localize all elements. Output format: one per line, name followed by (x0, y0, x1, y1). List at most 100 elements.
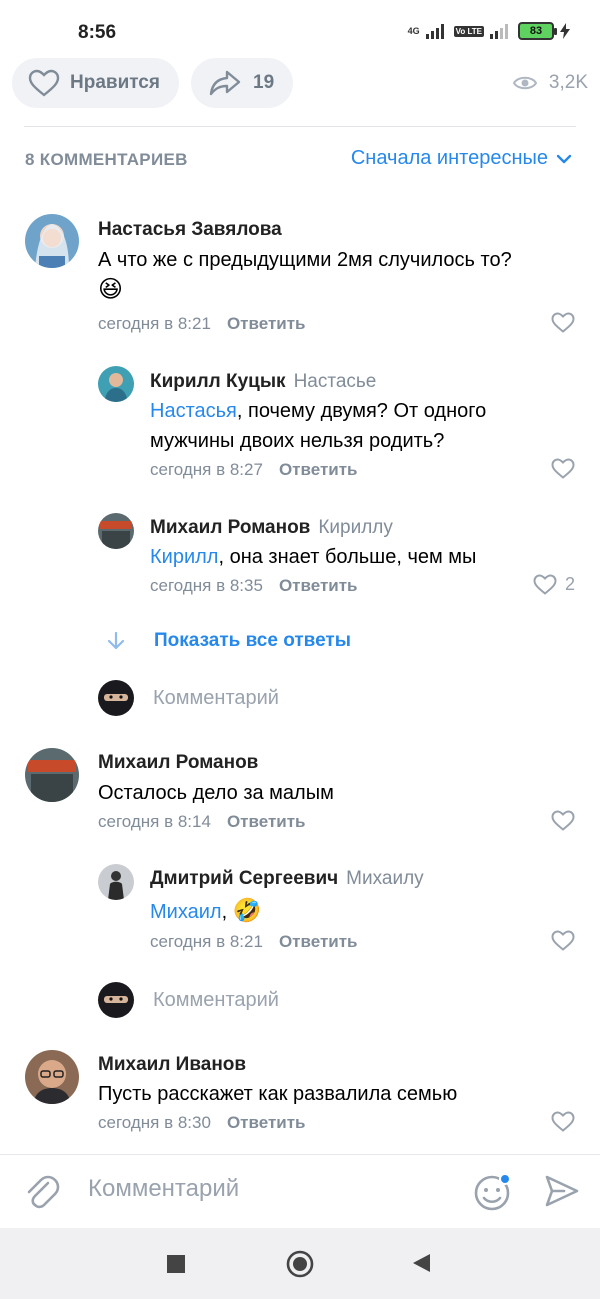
like-button[interactable]: Нравится (12, 58, 179, 108)
share-icon (209, 70, 241, 96)
comment-meta: сегодня в 8:21 Ответить (98, 314, 306, 334)
views-count: 3,2K (548, 72, 588, 93)
comment-like-button[interactable] (551, 312, 575, 333)
comment-like-button[interactable] (551, 1111, 575, 1132)
comment-reply: Дмитрий Сергеевич Михаилу Михаил, 🤣 сегод… (0, 850, 600, 960)
inline-comment-input[interactable]: Комментарий (98, 982, 279, 1018)
heart-icon (551, 810, 575, 831)
reply-to: Кириллу (318, 517, 393, 538)
inline-comment-placeholder: Комментарий (153, 988, 279, 1011)
heart-icon (551, 1111, 575, 1132)
reply-button[interactable]: Ответить (227, 314, 306, 333)
signal-icon-2 (490, 24, 508, 39)
avatar (98, 982, 134, 1018)
comment: Михаил Иванов Пусть расскажет как развал… (0, 1030, 600, 1152)
comment-time: сегодня в 8:14 (98, 812, 211, 831)
comment-meta: сегодня в 8:27 Ответить (150, 460, 358, 480)
avatar (98, 680, 134, 716)
recents-button[interactable] (166, 1254, 186, 1279)
comment-author[interactable]: Михаил Романов (98, 752, 258, 774)
comment-time: сегодня в 8:21 (150, 932, 263, 951)
comment-like-button[interactable]: 2 (533, 574, 575, 595)
emoji-button[interactable] (472, 1171, 514, 1218)
comments-header: 8 КОММЕНТАРИЕВ Сначала интересные (0, 127, 600, 193)
volte-badge: Vo LTE (453, 25, 484, 37)
comment-meta: сегодня в 8:14 Ответить (98, 812, 306, 832)
reply-to: Настасье (293, 371, 377, 392)
reply-to: Михаилу (346, 868, 424, 889)
comments-count: 8 КОММЕНТАРИЕВ (25, 150, 188, 169)
reply-button[interactable]: Ответить (227, 1113, 306, 1132)
comment-author[interactable]: Настасья Завялова (98, 219, 282, 241)
comment-author[interactable]: Михаил Романов Кириллу (150, 517, 393, 539)
chevron-down-icon (556, 154, 572, 163)
home-button[interactable] (286, 1250, 314, 1283)
heart-icon (551, 930, 575, 951)
comment-text: Осталось дело за малым (98, 782, 334, 804)
sort-dropdown[interactable]: Сначала интересные (351, 147, 572, 170)
nav-circle-icon (286, 1250, 314, 1278)
comment-text: А что же с предыдущими 2мя случилось то?… (98, 249, 512, 303)
eye-icon (512, 76, 537, 90)
heart-icon (533, 574, 557, 595)
status-time: 8:56 (78, 22, 117, 43)
send-button[interactable] (544, 1173, 580, 1214)
reply-button[interactable]: Ответить (279, 576, 358, 595)
avatar[interactable] (25, 748, 79, 802)
post-actions: Нравится 19 3,2K (0, 58, 600, 126)
mention-link[interactable]: Настасья (150, 400, 237, 422)
share-button[interactable]: 19 (191, 58, 293, 108)
signal-icon (425, 24, 444, 39)
inline-comment-input[interactable]: Комментарий (98, 680, 279, 716)
comment-like-button[interactable] (551, 458, 575, 479)
battery-icon: 83 (518, 22, 557, 40)
avatar[interactable] (98, 864, 134, 900)
inline-comment-placeholder: Комментарий (153, 686, 279, 709)
status-bar: 8:56 4G Vo LTE 83 (0, 0, 600, 58)
heart-icon (551, 312, 575, 333)
attach-button[interactable] (24, 1173, 60, 1216)
comment-text: Настасья, почему двумя? От одного мужчин… (150, 400, 487, 452)
comment-text: Михаил, 🤣 (150, 897, 262, 923)
mention-link[interactable]: Михаил (150, 901, 222, 923)
avatar[interactable] (25, 214, 79, 268)
reply-button[interactable]: Ответить (279, 460, 358, 479)
comment-meta: сегодня в 8:35 Ответить (150, 576, 358, 596)
send-icon (545, 1175, 579, 1207)
mention-link[interactable]: Кирилл (150, 546, 218, 568)
arrow-down-icon (107, 631, 125, 650)
heart-icon (551, 458, 575, 479)
comment-author[interactable]: Кирилл Куцык Настасье (150, 371, 376, 393)
comment-text: Кирилл, она знает больше, чем мы (150, 546, 477, 568)
comment-time: сегодня в 8:27 (150, 460, 263, 479)
avatar[interactable] (98, 513, 134, 549)
sort-label: Сначала интересные (350, 147, 548, 169)
comment: Михаил Романов Осталось дело за малым се… (0, 728, 600, 848)
reply-button[interactable]: Ответить (227, 812, 306, 831)
emoji: 😆 (98, 276, 124, 303)
comment-like-button[interactable] (551, 810, 575, 831)
network-type: 4G (407, 26, 420, 36)
avatar[interactable] (25, 1050, 79, 1104)
views-counter: 3,2K (512, 72, 588, 94)
comment-input[interactable]: Комментарий (88, 1175, 239, 1203)
paperclip-icon (27, 1175, 60, 1209)
like-label: Нравится (70, 72, 160, 93)
reply-button[interactable]: Ответить (279, 932, 358, 951)
comment-time: сегодня в 8:35 (150, 576, 263, 595)
comment-meta: сегодня в 8:21 Ответить (150, 932, 358, 952)
comment-time: сегодня в 8:21 (98, 314, 211, 333)
emoji: 🤣 (232, 897, 262, 923)
avatar[interactable] (98, 366, 134, 402)
back-button[interactable] (410, 1252, 432, 1279)
comment-composer: Комментарий (0, 1154, 600, 1228)
comment-like-button[interactable] (551, 930, 575, 951)
comment-author[interactable]: Дмитрий Сергеевич Михаилу (150, 868, 424, 890)
show-all-label: Показать все ответы (154, 630, 351, 651)
system-nav-bar (0, 1228, 600, 1299)
like-count: 2 (564, 574, 575, 594)
comment-author[interactable]: Михаил Иванов (98, 1054, 246, 1076)
status-icons: 4G Vo LTE 83 (408, 22, 570, 40)
show-all-replies-button[interactable]: Показать все ответы (106, 630, 351, 652)
heart-icon (28, 69, 60, 97)
